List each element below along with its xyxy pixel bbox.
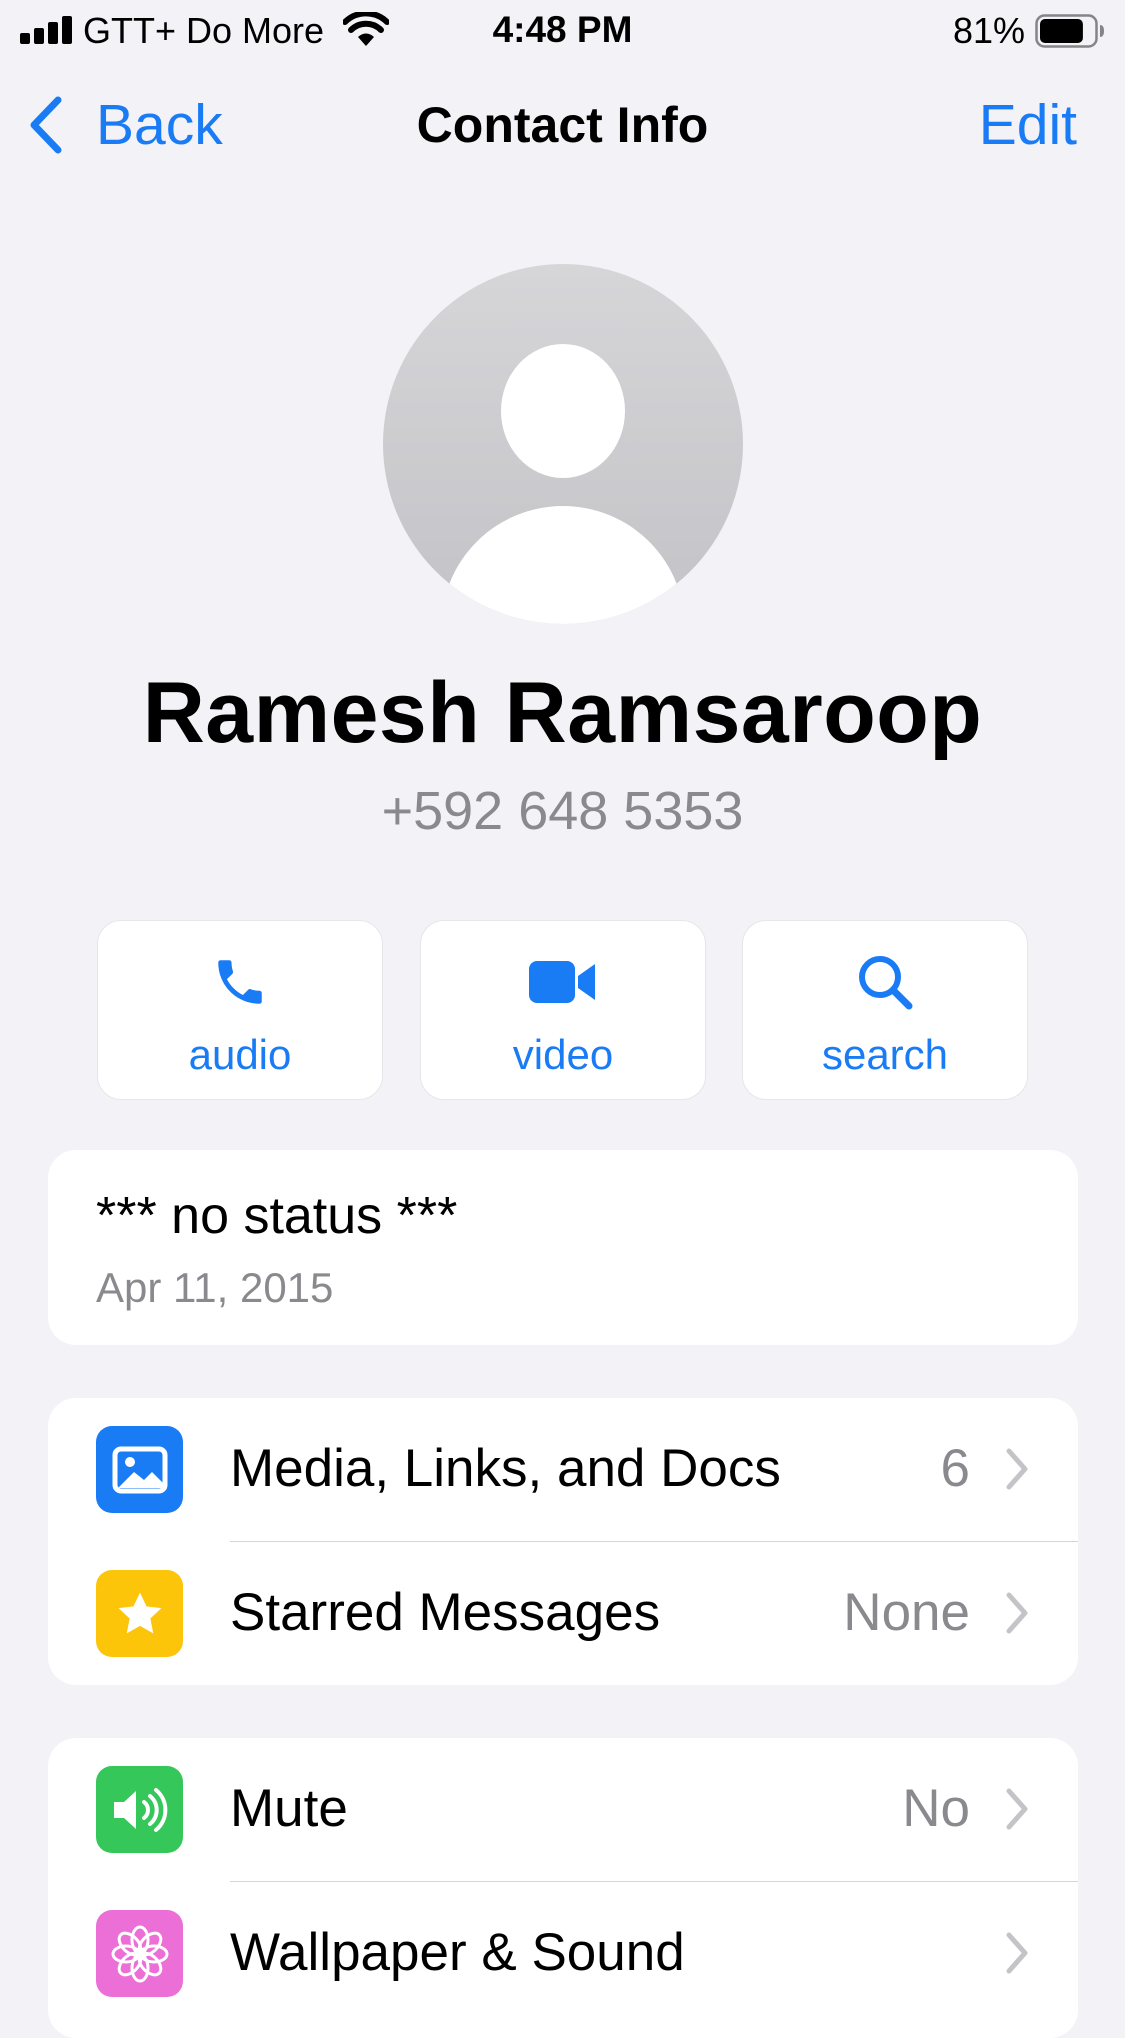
phone-icon — [218, 960, 262, 1004]
chevron-right-icon — [1006, 1788, 1028, 1830]
status-card: *** no status *** Apr 11, 2015 — [48, 1150, 1078, 1345]
mute-wallpaper-group: Mute No Wallpaper & Sound — [48, 1738, 1078, 2038]
video-camera-icon — [529, 961, 595, 1003]
avatar-body-shape — [441, 506, 685, 624]
status-date: Apr 11, 2015 — [96, 1264, 334, 1311]
media-links-docs-row[interactable]: Media, Links, and Docs 6 — [48, 1398, 1078, 1541]
wallpaper-sound-row[interactable]: Wallpaper & Sound — [48, 1882, 1078, 2025]
star-icon — [96, 1570, 183, 1657]
starred-messages-value: None — [843, 1583, 970, 1642]
avatar-head-shape — [501, 344, 625, 478]
mute-value: No — [902, 1779, 970, 1838]
search-icon — [859, 956, 913, 1010]
contact-phone[interactable]: +592 648 5353 — [0, 780, 1125, 842]
avatar[interactable] — [383, 264, 743, 624]
starred-messages-label: Starred Messages — [230, 1583, 661, 1642]
media-count: 6 — [940, 1439, 970, 1498]
chevron-right-icon — [1006, 1448, 1028, 1490]
audio-call-button[interactable]: audio — [97, 920, 383, 1100]
audio-label: audio — [188, 1031, 292, 1078]
action-buttons: audio video search — [97, 920, 1028, 1100]
status-text: *** no status *** — [96, 1187, 458, 1245]
speaker-icon — [96, 1766, 183, 1853]
media-starred-group: Media, Links, and Docs 6 Starred Message… — [48, 1398, 1078, 1685]
chevron-right-icon — [1006, 1932, 1028, 1974]
video-label: video — [512, 1031, 614, 1078]
navigation-bar: Back Contact Info Edit — [0, 62, 1125, 192]
search-label: search — [821, 1031, 949, 1078]
page-title: Contact Info — [416, 97, 709, 153]
status-bar: GTT+ Do More 4:48 PM 81% — [0, 0, 1125, 62]
chevron-right-icon — [1006, 1592, 1028, 1634]
edit-button[interactable]: Edit — [979, 92, 1077, 158]
flower-icon — [96, 1910, 183, 1997]
battery-icon — [1035, 14, 1104, 48]
mute-row[interactable]: Mute No — [48, 1738, 1078, 1881]
video-call-button[interactable]: video — [420, 920, 706, 1100]
media-links-docs-label: Media, Links, and Docs — [230, 1439, 781, 1498]
starred-messages-row[interactable]: Starred Messages None — [48, 1542, 1078, 1685]
mute-label: Mute — [230, 1779, 348, 1838]
battery-percentage: 81% — [952, 10, 1025, 51]
contact-name: Ramesh Ramsaroop — [142, 665, 983, 761]
wallpaper-sound-label: Wallpaper & Sound — [230, 1923, 685, 1982]
search-button[interactable]: search — [742, 920, 1028, 1100]
photo-icon — [96, 1426, 183, 1513]
